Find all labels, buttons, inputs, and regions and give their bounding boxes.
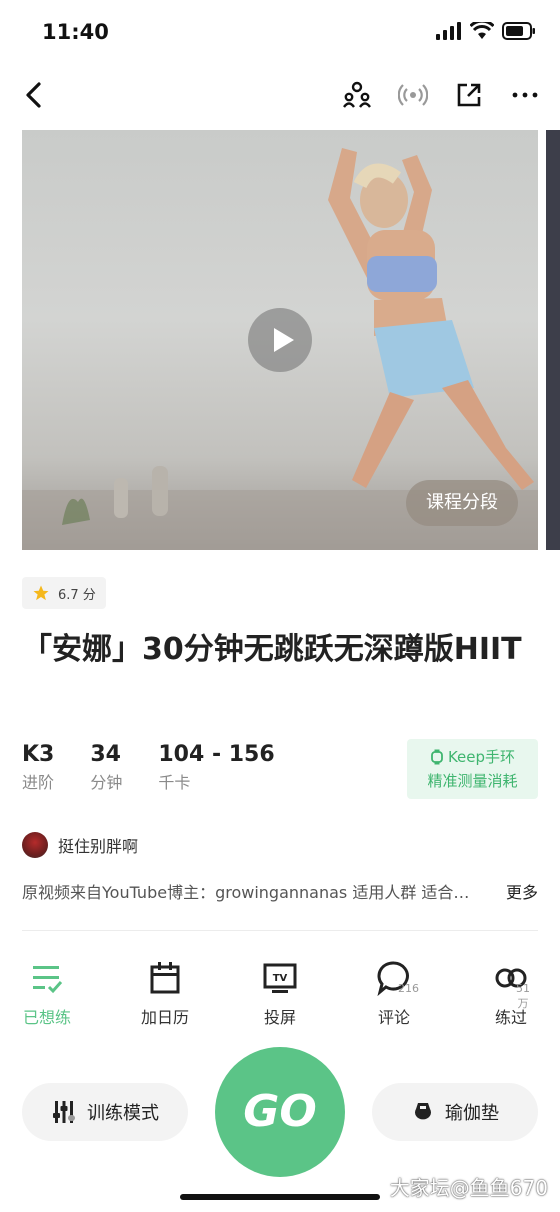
more-dots-icon xyxy=(512,92,538,98)
status-time: 11:40 xyxy=(42,20,109,44)
comment-icon: 216 xyxy=(374,958,419,998)
keep-badge-line2: 精准测量消耗 xyxy=(427,772,518,790)
training-mode-label: 训练模式 xyxy=(87,1103,159,1124)
trained-count: 51万 xyxy=(516,982,530,1010)
stat-value: 104 - 156 xyxy=(158,742,275,767)
want-train-button[interactable]: 已想练 xyxy=(2,958,92,1028)
video-player[interactable]: 课程分段 xyxy=(22,130,538,550)
comment-button[interactable]: 216 评论 xyxy=(349,958,439,1028)
share-button[interactable] xyxy=(454,80,484,110)
action-label: 练过 xyxy=(494,1008,527,1027)
stat-value: 34 xyxy=(90,742,121,767)
equipment-button[interactable]: 瑜伽垫 xyxy=(372,1083,538,1141)
tv-icon: TV xyxy=(260,958,300,998)
trained-icon: 51万 xyxy=(491,958,531,1010)
comment-count: 216 xyxy=(398,982,419,995)
rating-value: 6.7 分 xyxy=(58,587,96,603)
play-button[interactable] xyxy=(248,308,312,372)
training-mode-button[interactable]: 训练模式 xyxy=(22,1083,188,1141)
broadcast-button[interactable] xyxy=(397,80,429,110)
status-icons xyxy=(436,22,536,40)
watermark: 大家坛@鱼鱼670 xyxy=(389,1176,548,1200)
course-stats: K3 进阶 34 分钟 104 - 156 千卡 xyxy=(22,740,311,796)
chevron-left-icon xyxy=(26,82,41,108)
author-row[interactable]: 挺住别胖啊 xyxy=(22,832,138,858)
cast-screen-button[interactable]: TV 投屏 xyxy=(235,958,325,1028)
action-bar: 已想练 加日历 TV 投屏 216 评论 51万 练过 xyxy=(0,958,560,1038)
status-bar: 11:40 xyxy=(0,0,560,66)
stat-label: 进阶 xyxy=(22,773,55,792)
course-segment-button[interactable]: 课程分段 xyxy=(406,480,518,526)
wifi-icon xyxy=(470,22,494,39)
signal-icon xyxy=(436,22,461,40)
stat-label: 千卡 xyxy=(158,773,191,792)
more-link[interactable]: 更多 xyxy=(506,880,538,906)
course-title: 「安娜」30分钟无跳跃无深蹲版HIIT xyxy=(22,632,522,667)
stat-duration: 34 分钟 xyxy=(90,740,122,796)
watch-icon xyxy=(431,749,443,765)
kettlebell-icon xyxy=(415,1103,431,1120)
back-button[interactable] xyxy=(18,78,52,112)
calendar-icon xyxy=(145,958,185,998)
divider xyxy=(22,930,538,931)
svg-text:TV: TV xyxy=(273,973,288,984)
home-indicator[interactable] xyxy=(180,1194,380,1200)
stat-label: 分钟 xyxy=(90,773,123,792)
stat-level: K3 进阶 xyxy=(22,740,54,796)
action-label: 已想练 xyxy=(22,1008,71,1027)
go-button[interactable]: GO xyxy=(215,1047,345,1177)
more-button[interactable] xyxy=(510,80,540,110)
stat-calories: 104 - 156 千卡 xyxy=(158,740,274,796)
rating-badge: 6.7 分 xyxy=(22,577,106,609)
avatar[interactable] xyxy=(22,832,48,858)
share-icon xyxy=(457,83,481,107)
keep-band-badge[interactable]: Keep手环 精准测量消耗 xyxy=(407,739,538,799)
broadcast-icon xyxy=(397,84,429,106)
people-icon xyxy=(343,81,371,108)
description-text: 原视频来自YouTube博主：growingannanas 适用人群 适合… xyxy=(22,883,470,902)
action-label: 评论 xyxy=(377,1008,410,1027)
author-name[interactable]: 挺住别胖啊 xyxy=(58,833,138,857)
group-train-button[interactable] xyxy=(342,80,372,110)
stat-value: K3 xyxy=(22,742,55,767)
course-description: 原视频来自YouTube博主：growingannanas 适用人群 适合… 更… xyxy=(22,880,538,906)
keep-badge-line1: Keep手环 xyxy=(447,748,516,766)
trained-button[interactable]: 51万 练过 xyxy=(466,958,556,1028)
action-label: 加日历 xyxy=(140,1008,189,1027)
add-calendar-button[interactable]: 加日历 xyxy=(120,958,210,1028)
equipment-label: 瑜伽垫 xyxy=(445,1103,499,1124)
battery-icon xyxy=(502,22,535,40)
action-label: 投屏 xyxy=(263,1008,296,1027)
nav-bar xyxy=(0,66,560,126)
check-list-icon xyxy=(27,958,67,998)
star-icon xyxy=(33,585,49,601)
sliders-icon xyxy=(53,1101,75,1123)
next-video-preview[interactable] xyxy=(546,130,560,550)
